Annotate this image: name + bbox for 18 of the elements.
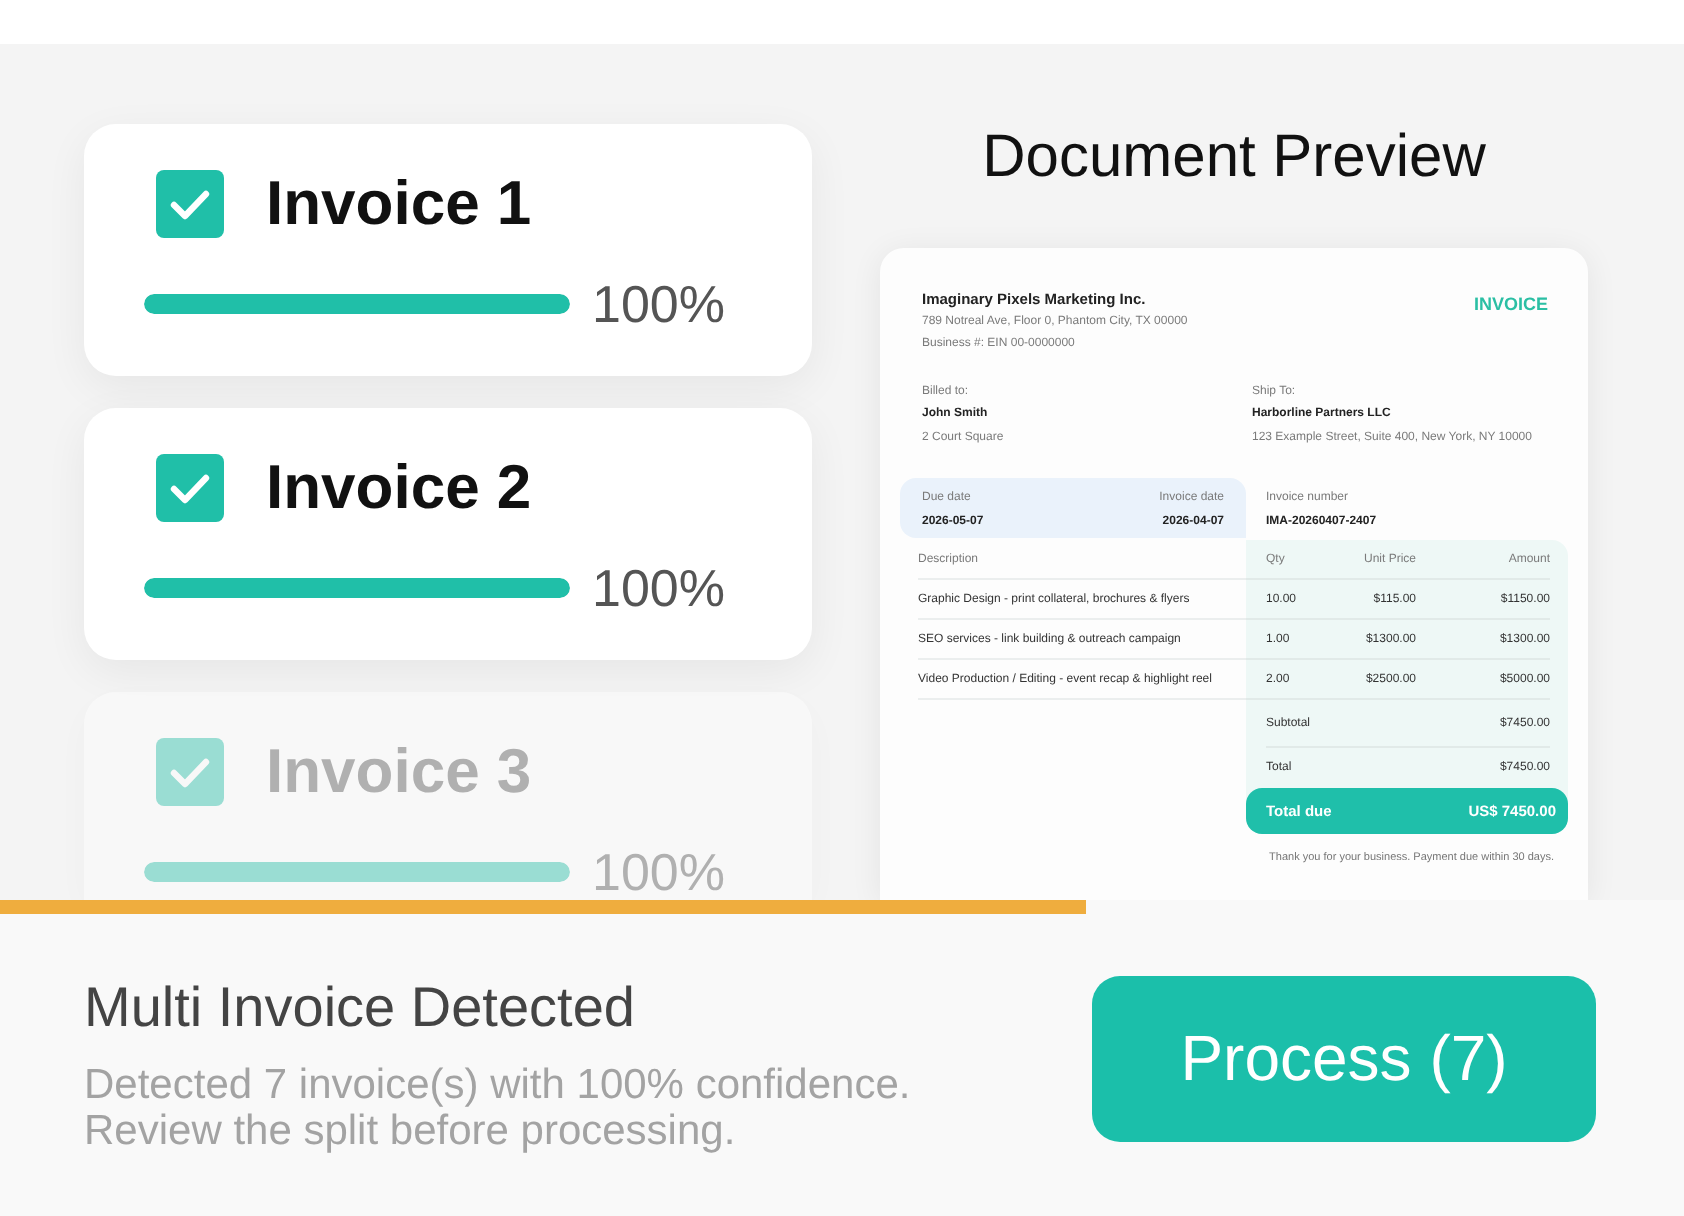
- summary-text: Review the split before processing.: [84, 1108, 736, 1154]
- summary-title: Multi Invoice Detected: [84, 976, 635, 1040]
- preview-title: Document Preview: [982, 124, 1486, 192]
- summary-text: Detected 7 invoice(s) with 100% confidence.: [84, 1062, 911, 1108]
- invoice-title: Invoice 2: [266, 452, 532, 524]
- invoice-title: Invoice 1: [266, 168, 532, 240]
- checkbox[interactable]: [156, 738, 224, 806]
- document-type: INVOICE: [1473, 292, 1548, 316]
- process-button[interactable]: Process (7): [1092, 976, 1596, 1142]
- percent-label: 100%: [592, 846, 725, 898]
- checkbox[interactable]: [156, 170, 224, 238]
- check-icon: [170, 189, 210, 219]
- check-icon: [170, 473, 210, 503]
- check-icon: [170, 757, 210, 787]
- checkbox[interactable]: [156, 454, 224, 522]
- invoice-title: Invoice 3: [266, 736, 532, 808]
- percent-label: 100%: [592, 278, 725, 330]
- percent-label: 100%: [592, 562, 725, 614]
